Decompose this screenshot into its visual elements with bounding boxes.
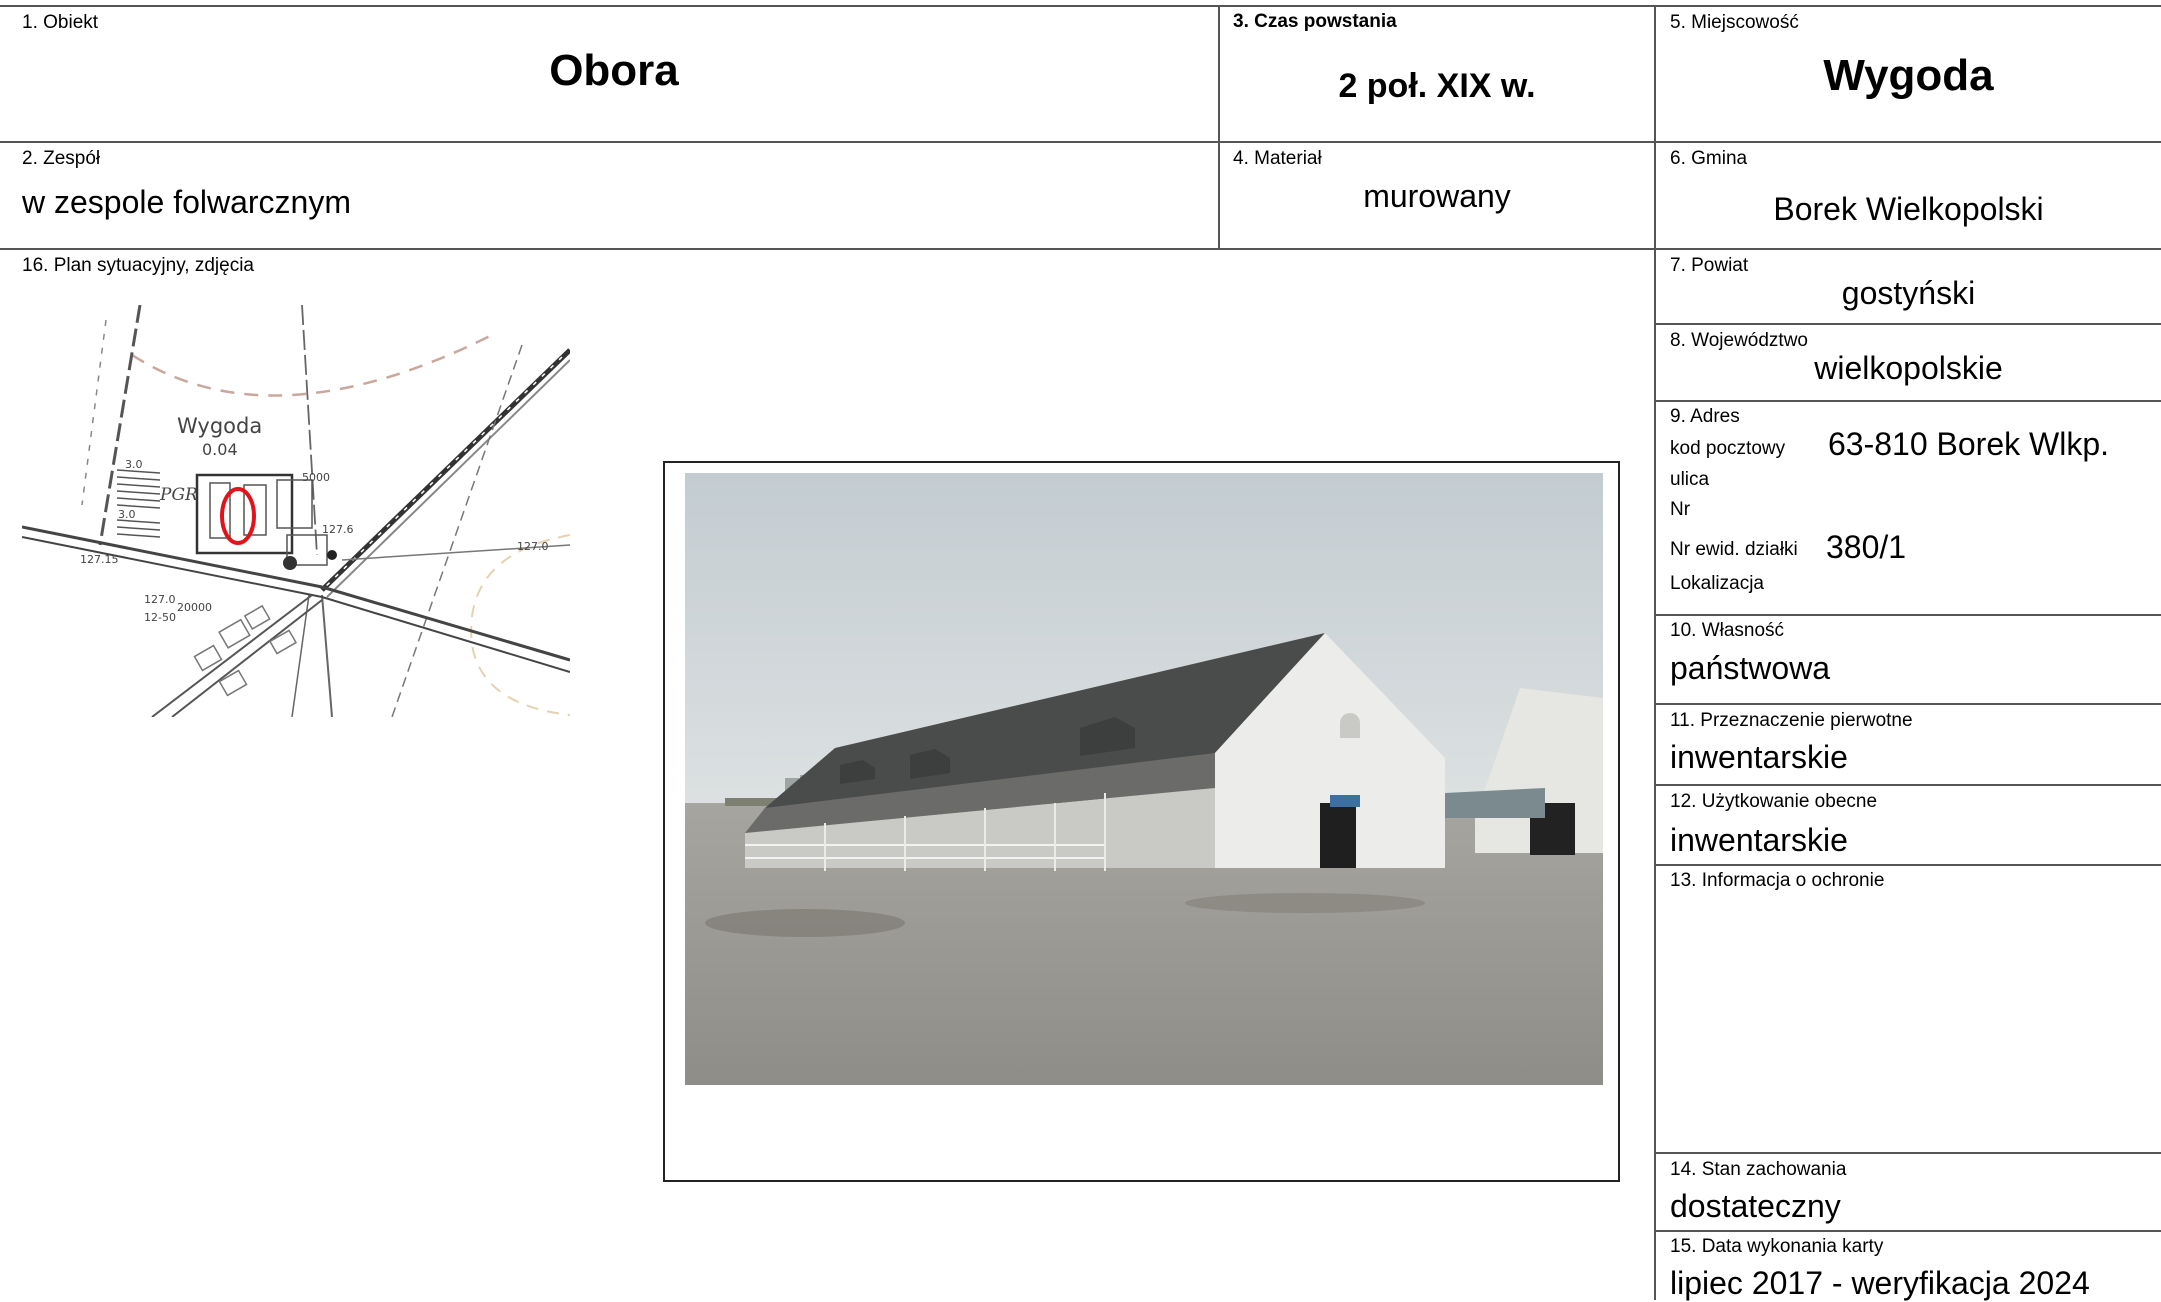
adres-label: 9. Adres (1670, 406, 1740, 427)
stan-label: 14. Stan zachowania (1670, 1159, 1847, 1180)
powiat-label: 7. Powiat (1670, 255, 1749, 276)
svg-text:Wygoda: Wygoda (177, 414, 262, 438)
row-line-2 (0, 248, 2161, 250)
wlasnosc-label: 10. Własność (1670, 620, 1785, 641)
ochrona-label: 13. Informacja o ochronie (1670, 870, 1885, 891)
right-line-woj (1654, 400, 2161, 402)
photo-frame (663, 461, 1620, 1182)
right-line-przezn (1654, 784, 2161, 786)
czas-value: 2 poł. XIX w. (1338, 67, 1536, 105)
zespol-value: w zespole folwarcznym (22, 184, 351, 220)
svg-text:3.0: 3.0 (125, 458, 143, 471)
right-line-wlasnosc (1654, 703, 2161, 705)
czas-label: 3. Czas powstania (1233, 11, 1397, 32)
przeznaczenie-value: inwentarskie (1670, 739, 1848, 775)
ulica-label: ulica (1670, 469, 1710, 490)
right-line-uzytk (1654, 864, 2161, 866)
row-line-1 (0, 141, 2161, 143)
svg-text:127.6: 127.6 (322, 523, 354, 536)
miejscowosc-label: 5. Miejscowość (1670, 12, 1799, 33)
uzytkowanie-label: 12. Użytkowanie obecne (1670, 791, 1878, 812)
right-line-powiat (1654, 323, 2161, 325)
kod-pocztowy-label: kod pocztowy (1670, 438, 1786, 459)
right-line-adres (1654, 614, 2161, 616)
right-line-ochrona (1654, 1152, 2161, 1154)
zespol-label: 2. Zespół (22, 148, 101, 169)
kod-pocztowy-value: 63-810 Borek Wlkp. (1828, 426, 2110, 462)
data-value: lipiec 2017 - weryfikacja 2024 (1670, 1265, 2090, 1301)
wlasnosc-value: państwowa (1670, 650, 1831, 686)
obiekt-value: Obora (549, 46, 679, 95)
svg-text:20000: 20000 (177, 601, 212, 614)
situation-map: Wygoda 0.04 PGR 3.0 3.0 5000 127.6 127.0… (21, 304, 572, 718)
svg-text:5000: 5000 (302, 471, 330, 484)
gmina-label: 6. Gmina (1670, 148, 1748, 169)
svg-text:127.0: 127.0 (144, 593, 176, 606)
uzytkowanie-value: inwentarskie (1670, 822, 1848, 858)
svg-text:PGR: PGR (159, 485, 198, 505)
wojewodztwo-label: 8. Województwo (1670, 330, 1808, 351)
dzialka-value: 380/1 (1826, 529, 1907, 565)
nr-label: Nr (1670, 499, 1691, 520)
stan-value: dostateczny (1670, 1188, 1841, 1224)
row-line-top (0, 5, 2161, 7)
gmina-value: Borek Wielkopolski (1773, 191, 2044, 227)
svg-text:0.04: 0.04 (202, 440, 238, 459)
lokalizacja-label: Lokalizacja (1670, 573, 1764, 594)
svg-text:127.0: 127.0 (517, 540, 549, 553)
svg-text:3.0: 3.0 (118, 508, 136, 521)
svg-text:12-50: 12-50 (144, 611, 176, 624)
miejscowosc-value: Wygoda (1823, 51, 1994, 100)
right-line-stan (1654, 1230, 2161, 1232)
building-photo (685, 473, 1603, 1085)
svg-text:127.15: 127.15 (80, 553, 119, 566)
data-label: 15. Data wykonania karty (1670, 1236, 1884, 1257)
przeznaczenie-label: 11. Przeznaczenie pierwotne (1670, 710, 1913, 731)
material-value: murowany (1363, 178, 1511, 214)
wojewodztwo-value: wielkopolskie (1814, 350, 2003, 386)
material-label: 4. Materiał (1233, 148, 1322, 169)
plan-label: 16. Plan sytuacyjny, zdjęcia (22, 255, 254, 276)
dzialka-label: Nr ewid. działki (1670, 539, 1798, 560)
obiekt-label: 1. Obiekt (22, 12, 99, 33)
powiat-value: gostyński (1841, 275, 1976, 311)
